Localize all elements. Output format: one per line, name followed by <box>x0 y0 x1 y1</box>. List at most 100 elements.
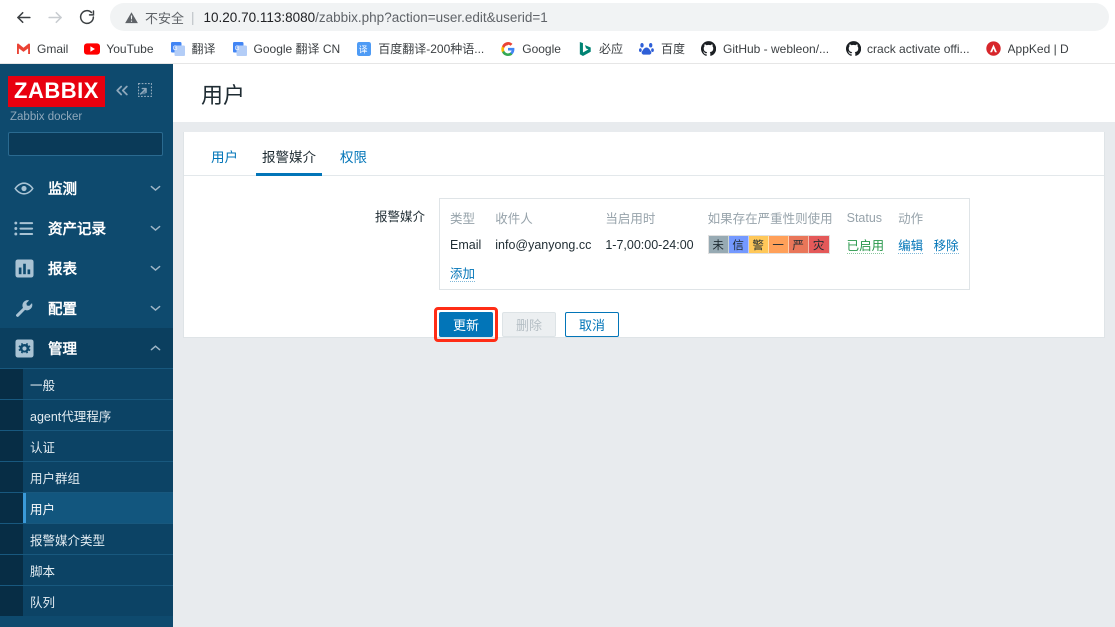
url-path: /zabbix.php?action=user.edit&userid=1 <box>315 9 548 25</box>
tab-label: 报警媒介 <box>262 150 316 165</box>
sidebar-submenu-administration: 一般 agent代理程序 认证 用户群组 用户 报警媒介类型 脚本 队列 <box>0 368 173 616</box>
sidebar-subitem-users[interactable]: 用户 <box>0 492 173 523</box>
address-bar[interactable]: 不安全 | 10.20.70.113:8080/zabbix.php?actio… <box>110 3 1109 31</box>
bookmark-google[interactable]: Google <box>493 38 568 60</box>
security-label: 不安全 <box>145 10 185 26</box>
delete-button[interactable]: 删除 <box>502 312 557 337</box>
forward-arrow-icon <box>46 8 65 27</box>
sidebar-subitem-label: 用户群组 <box>30 471 81 486</box>
tab-bar: 用户 报警媒介 权限 <box>184 132 1104 176</box>
browser-toolbar: 不安全 | 10.20.70.113:8080/zabbix.php?actio… <box>0 0 1115 34</box>
back-button[interactable] <box>8 2 38 32</box>
column-header-status: Status <box>846 210 883 225</box>
baidu-icon <box>639 41 655 57</box>
sidebar-subitem-user-groups[interactable]: 用户群组 <box>0 461 173 492</box>
bookmark-translate[interactable]: G 翻译 <box>163 37 223 60</box>
bookmark-baidu[interactable]: 百度 <box>632 37 692 60</box>
table-header-row: 类型 收件人 当启用时 如果存在严重性则使用 Status 动作 <box>450 206 973 233</box>
bookmark-youtube[interactable]: YouTube <box>77 38 160 60</box>
search-input[interactable] <box>17 137 172 151</box>
sidebar-subitem-label: 队列 <box>30 595 56 610</box>
sidebar-item-reports[interactable]: 报表 <box>0 248 173 288</box>
bookmark-crack-activate[interactable]: crack activate offi... <box>838 38 977 60</box>
bookmark-bing[interactable]: 必应 <box>570 37 630 60</box>
status-badge[interactable]: 已启用 <box>846 239 885 254</box>
bookmark-label: 必应 <box>598 42 623 56</box>
update-button[interactable]: 更新 <box>439 312 494 337</box>
bookmark-baidu-translate[interactable]: 译 百度翻译-200种语... <box>349 37 491 60</box>
bookmark-google-translate-cn[interactable]: G Google 翻译 CN <box>225 37 348 60</box>
reload-icon <box>78 8 96 26</box>
forward-button[interactable] <box>40 2 70 32</box>
severity-badge-average: 一 <box>768 236 789 253</box>
column-header-type: 类型 <box>450 212 476 226</box>
sidebar-subitem-queue[interactable]: 队列 <box>0 585 173 616</box>
not-secure-warning-icon[interactable] <box>124 10 139 25</box>
back-arrow-icon <box>14 8 33 27</box>
tab-label: 权限 <box>340 150 367 165</box>
collapse-panel-icon[interactable] <box>137 82 152 102</box>
media-form: 报警媒介 类型 收件人 当启用时 如果存在严重性则使用 Status 动作 Em… <box>184 176 1104 342</box>
google-icon <box>500 41 516 57</box>
sidebar-subitem-authentication[interactable]: 认证 <box>0 430 173 461</box>
youtube-icon <box>84 41 101 57</box>
bookmark-gmail[interactable]: Gmail <box>8 38 75 60</box>
sidebar-subitem-scripts[interactable]: 脚本 <box>0 554 173 585</box>
sidebar-subitem-general[interactable]: 一般 <box>0 368 173 399</box>
bookmark-label: 翻译 <box>191 42 216 56</box>
tab-permissions[interactable]: 权限 <box>331 142 376 175</box>
google-translate-icon: G <box>170 41 186 57</box>
sidebar-item-monitoring[interactable]: 监测 <box>0 168 173 208</box>
bookmark-github-webleon[interactable]: GitHub - webleon/... <box>694 38 836 60</box>
sidebar-subitem-label: agent代理程序 <box>30 409 112 424</box>
severity-badge-disaster: 灾 <box>808 236 829 253</box>
add-media-link[interactable]: 添加 <box>450 267 476 282</box>
chevron-down-icon <box>150 259 161 277</box>
cell-type: Email <box>450 237 482 252</box>
sidebar-item-administration[interactable]: 管理 <box>0 328 173 368</box>
bookmark-label: 百度 <box>660 42 685 56</box>
page-header: 用户 <box>173 64 1115 122</box>
server-name: Zabbix docker <box>10 111 83 123</box>
chevron-up-icon <box>150 339 161 357</box>
browser-chrome: 不安全 | 10.20.70.113:8080/zabbix.php?actio… <box>0 0 1115 64</box>
wrench-icon <box>14 299 34 318</box>
bing-icon <box>577 41 593 57</box>
tab-user[interactable]: 用户 <box>202 142 247 175</box>
add-media-row: 添加 <box>450 256 957 283</box>
sidebar: ZABBIX Zabbix docker 监测 资产记录 报表 配置 管理 一般… <box>0 64 173 627</box>
column-header-severity: 如果存在严重性则使用 <box>707 212 833 226</box>
sidebar-item-configuration[interactable]: 配置 <box>0 288 173 328</box>
media-field-label: 报警媒介 <box>374 210 425 224</box>
column-header-action: 动作 <box>898 212 924 226</box>
sidebar-subitem-proxies[interactable]: agent代理程序 <box>0 399 173 430</box>
sidebar-subitem-label: 用户 <box>30 502 56 517</box>
sidebar-item-label: 管理 <box>48 341 77 358</box>
tab-media[interactable]: 报警媒介 <box>253 142 325 176</box>
reload-button[interactable] <box>72 2 102 32</box>
omnibox-divider: | <box>191 9 195 25</box>
github-icon <box>701 41 717 57</box>
bar-chart-icon <box>14 258 34 278</box>
sidebar-header: ZABBIX <box>0 64 173 107</box>
cell-actions: 编辑 移除 <box>898 233 972 256</box>
cancel-button[interactable]: 取消 <box>565 312 620 337</box>
sidebar-subitem-label: 脚本 <box>30 564 56 579</box>
google-translate-icon: G <box>232 41 248 57</box>
cell-when-active: 1-7,00:00-24:00 <box>605 237 694 252</box>
severity-badge-information: 信 <box>728 236 749 253</box>
svg-text:G: G <box>172 44 177 51</box>
sidebar-subitem-media-types[interactable]: 报警媒介类型 <box>0 523 173 554</box>
edit-media-link[interactable]: 编辑 <box>898 239 924 254</box>
remove-media-link[interactable]: 移除 <box>933 239 959 254</box>
double-chevron-left-icon[interactable] <box>114 84 130 102</box>
appked-icon <box>986 41 1002 57</box>
gmail-icon <box>15 41 31 57</box>
sidebar-item-label: 配置 <box>48 301 77 318</box>
sidebar-item-inventory[interactable]: 资产记录 <box>0 208 173 248</box>
sidebar-search[interactable] <box>8 132 172 156</box>
zabbix-logo[interactable]: ZABBIX <box>8 76 105 107</box>
sidebar-subitem-label: 一般 <box>30 378 56 393</box>
search-icon[interactable] <box>172 134 173 154</box>
bookmark-appked[interactable]: AppKed | D <box>979 38 1076 60</box>
